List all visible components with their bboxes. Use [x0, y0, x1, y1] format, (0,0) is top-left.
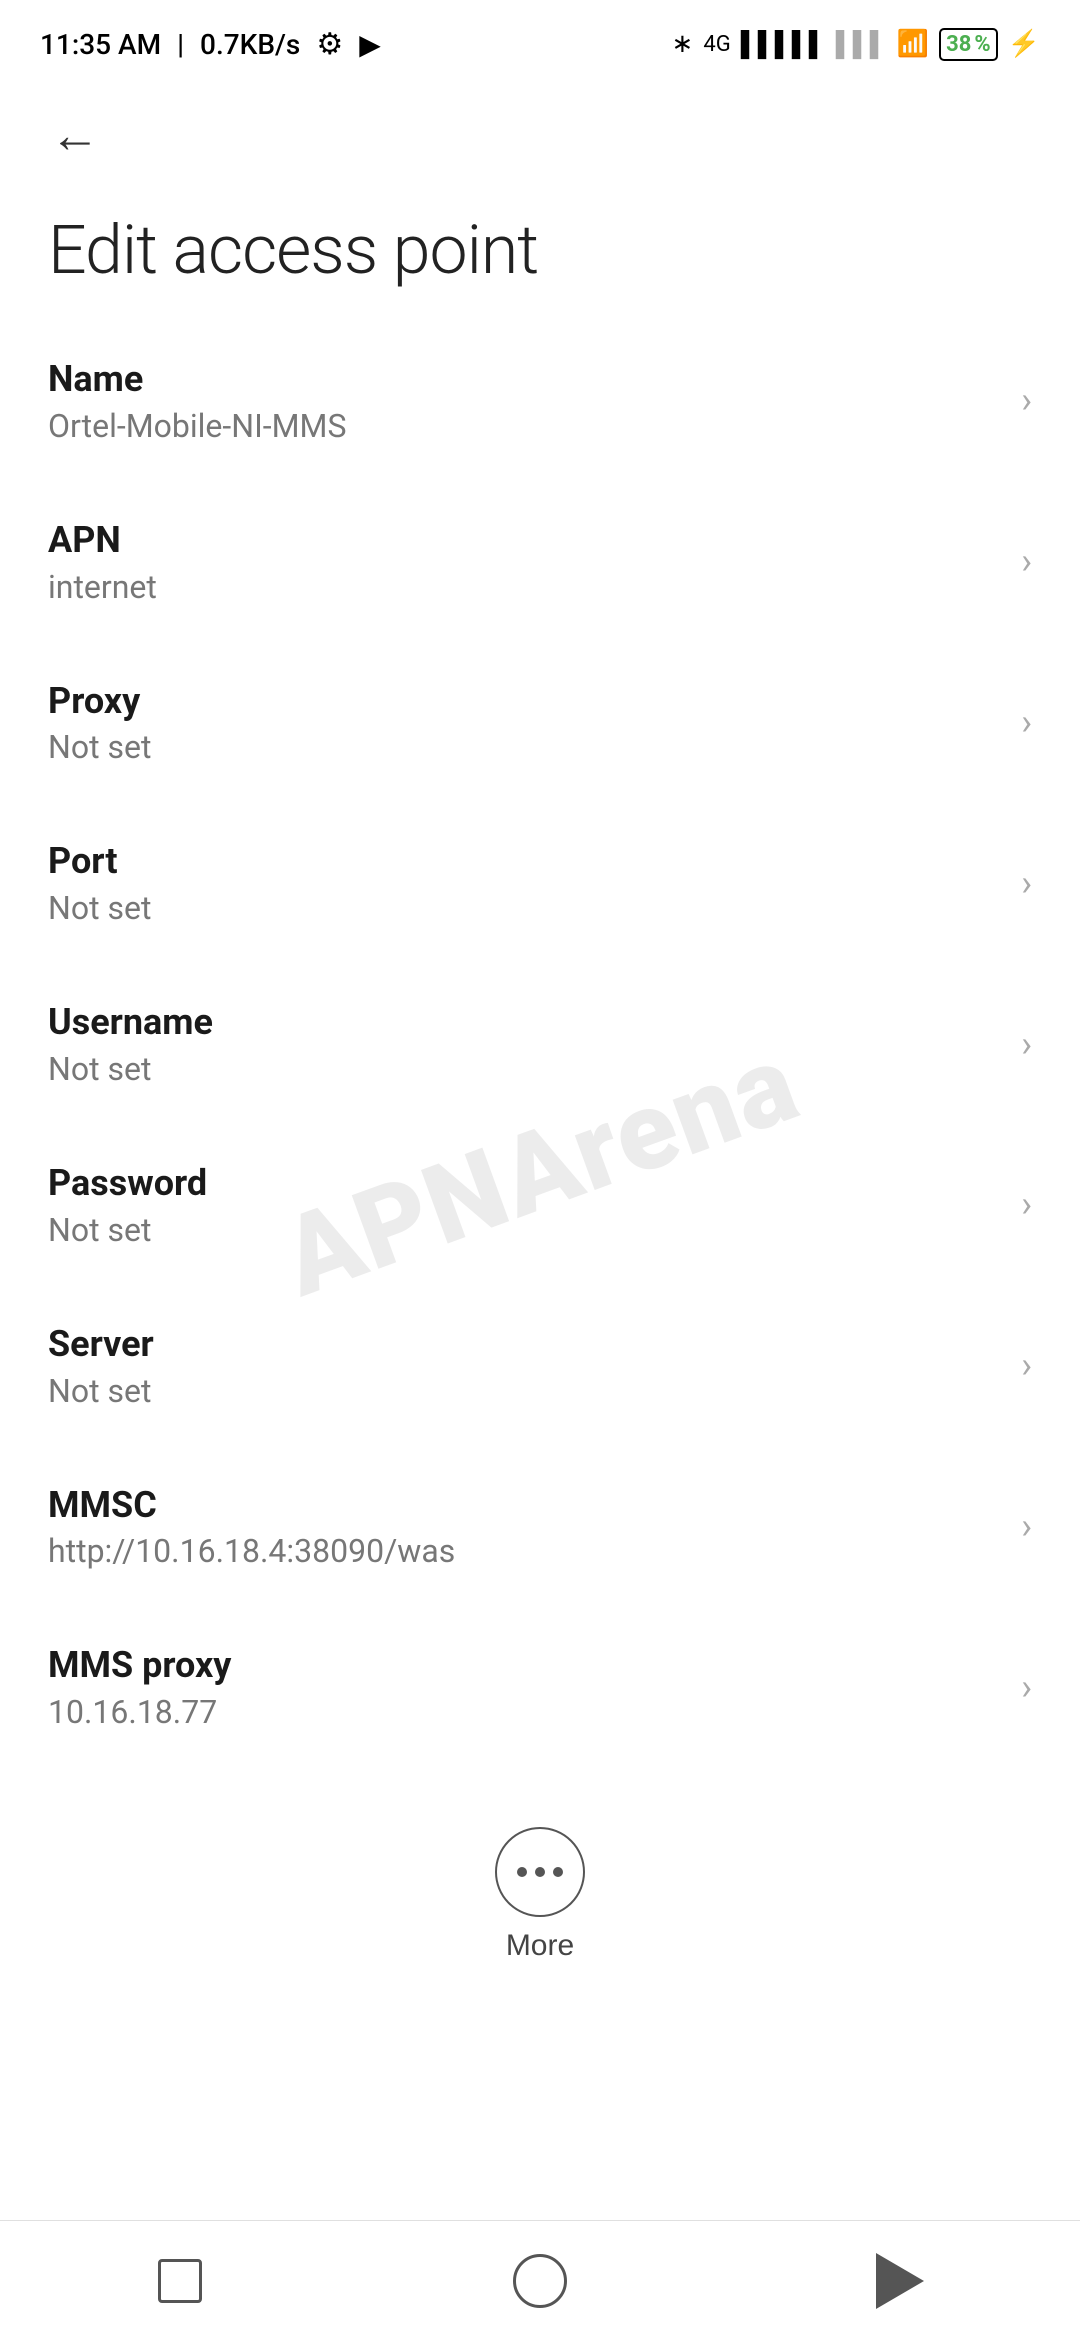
settings-item-content-mms-proxy: MMS proxy 10.16.18.77: [48, 1642, 1001, 1731]
settings-item-server[interactable]: Server Not set ›: [0, 1285, 1080, 1446]
settings-item-title-server: Server: [48, 1321, 1001, 1368]
settings-item-value-mms-proxy: 10.16.18.77: [48, 1693, 1001, 1731]
signal-icon: ▌▌▌▌▌: [741, 30, 826, 59]
settings-item-password[interactable]: Password Not set ›: [0, 1124, 1080, 1285]
settings-item-mmsc[interactable]: MMSC http://10.16.18.4:38090/was ›: [0, 1446, 1080, 1607]
settings-item-port[interactable]: Port Not set ›: [0, 802, 1080, 963]
settings-item-value-username: Not set: [48, 1050, 1001, 1088]
charging-icon: ⚡: [1008, 29, 1040, 59]
network-4g-icon: 4G: [703, 32, 730, 57]
status-separator: |: [177, 28, 184, 61]
status-speed: 0.7KB/s: [200, 28, 300, 61]
battery-level: 38: [946, 32, 971, 57]
chevron-right-icon-username: ›: [1021, 1023, 1032, 1065]
settings-item-title-name: Name: [48, 356, 1001, 403]
battery-percent: %: [974, 32, 990, 57]
status-right-icons: ∗ 4G ▌▌▌▌▌ ▌▌▌ 📶 38 % ⚡: [672, 28, 1040, 61]
settings-icon: ⚙: [316, 27, 343, 62]
settings-item-content-password: Password Not set: [48, 1160, 1001, 1249]
bluetooth-icon: ∗: [672, 29, 694, 59]
settings-item-value-port: Not set: [48, 889, 1001, 927]
signal2-icon: ▌▌▌: [836, 30, 887, 59]
top-navigation: ←: [0, 80, 1080, 180]
chevron-right-icon-mmsc: ›: [1021, 1505, 1032, 1547]
settings-item-value-server: Not set: [48, 1372, 1001, 1410]
settings-item-title-mms-proxy: MMS proxy: [48, 1642, 1001, 1689]
status-time: 11:35 AM: [40, 28, 161, 61]
settings-list: Name Ortel-Mobile-NI-MMS › APN internet …: [0, 310, 1080, 1777]
dot3: [553, 1867, 563, 1877]
settings-item-content-proxy: Proxy Not set: [48, 678, 1001, 767]
recents-icon: [158, 2259, 202, 2303]
settings-item-title-username: Username: [48, 999, 1001, 1046]
back-button[interactable]: ←: [40, 100, 110, 170]
dot2: [535, 1867, 545, 1877]
settings-item-title-proxy: Proxy: [48, 678, 1001, 725]
settings-item-value-password: Not set: [48, 1211, 1001, 1249]
settings-item-title-mmsc: MMSC: [48, 1482, 1001, 1529]
settings-item-value-mmsc: http://10.16.18.4:38090/was: [48, 1532, 1001, 1570]
more-dots-icon: [495, 1827, 585, 1917]
status-time-speed: 11:35 AM | 0.7KB/s ⚙ ▶: [40, 27, 381, 62]
settings-item-title-password: Password: [48, 1160, 1001, 1207]
more-button[interactable]: More: [495, 1827, 585, 1963]
nav-recents-button[interactable]: [140, 2241, 220, 2321]
wifi-icon: 📶: [897, 29, 929, 59]
chevron-right-icon-port: ›: [1021, 862, 1032, 904]
nav-home-button[interactable]: [500, 2241, 580, 2321]
page-title: Edit access point: [0, 180, 1080, 310]
status-bar: 11:35 AM | 0.7KB/s ⚙ ▶ ∗ 4G ▌▌▌▌▌ ▌▌▌ 📶 …: [0, 0, 1080, 80]
dot1: [517, 1867, 527, 1877]
back-arrow-icon: ←: [50, 110, 100, 160]
settings-item-content-username: Username Not set: [48, 999, 1001, 1088]
nav-back-button[interactable]: [860, 2241, 940, 2321]
settings-item-value-name: Ortel-Mobile-NI-MMS: [48, 407, 1001, 445]
settings-item-proxy[interactable]: Proxy Not set ›: [0, 642, 1080, 803]
chevron-right-icon-server: ›: [1021, 1344, 1032, 1386]
settings-item-username[interactable]: Username Not set ›: [0, 963, 1080, 1124]
settings-item-value-apn: internet: [48, 568, 1001, 606]
settings-item-value-proxy: Not set: [48, 728, 1001, 766]
settings-item-name[interactable]: Name Ortel-Mobile-NI-MMS ›: [0, 320, 1080, 481]
settings-item-mms-proxy[interactable]: MMS proxy 10.16.18.77 ›: [0, 1606, 1080, 1767]
settings-item-content-mmsc: MMSC http://10.16.18.4:38090/was: [48, 1482, 1001, 1571]
more-label: More: [506, 1929, 574, 1963]
video-icon: ▶: [359, 28, 381, 61]
settings-item-apn[interactable]: APN internet ›: [0, 481, 1080, 642]
battery-indicator: 38 %: [939, 28, 998, 61]
chevron-right-icon-password: ›: [1021, 1183, 1032, 1225]
settings-item-title-port: Port: [48, 838, 1001, 885]
home-icon: [513, 2254, 567, 2308]
more-section: More: [0, 1787, 1080, 1993]
settings-item-content-server: Server Not set: [48, 1321, 1001, 1410]
chevron-right-icon-proxy: ›: [1021, 701, 1032, 743]
settings-item-content-name: Name Ortel-Mobile-NI-MMS: [48, 356, 1001, 445]
bottom-navigation: [0, 2220, 1080, 2340]
chevron-right-icon-name: ›: [1021, 379, 1032, 421]
settings-item-content-port: Port Not set: [48, 838, 1001, 927]
settings-item-title-apn: APN: [48, 517, 1001, 564]
back-icon: [876, 2253, 924, 2309]
chevron-right-icon-apn: ›: [1021, 540, 1032, 582]
settings-item-content-apn: APN internet: [48, 517, 1001, 606]
chevron-right-icon-mms-proxy: ›: [1021, 1666, 1032, 1708]
